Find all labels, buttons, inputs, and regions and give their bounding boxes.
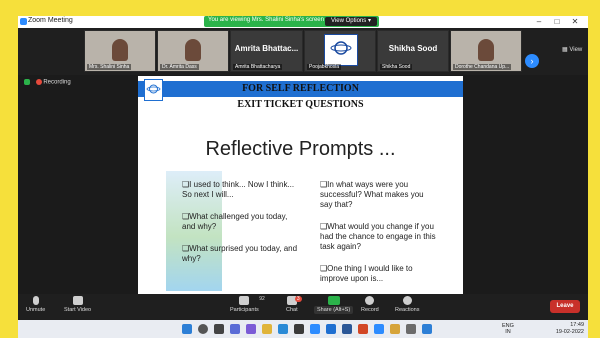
language-region: IN bbox=[505, 329, 511, 335]
prompt-item: ❑What surprised you today, and why? bbox=[182, 244, 298, 263]
participant-video bbox=[185, 39, 201, 61]
participant-tile[interactable]: Shikha Sood Shikha Sood bbox=[377, 30, 449, 72]
participant-name: Mrs. Shalini Sinha bbox=[87, 64, 132, 70]
video-camera-off-icon bbox=[72, 296, 83, 305]
screen-share-banner: You are viewing Mrs. Shalini Sinha's scr… bbox=[204, 16, 379, 27]
participant-name: Dr. Amrita Dass bbox=[160, 64, 199, 70]
school-logo-icon bbox=[324, 34, 358, 66]
recording-label: Recording bbox=[43, 79, 71, 86]
reactions-icon bbox=[402, 296, 412, 305]
share-label: Share (Alt+S) bbox=[314, 306, 354, 314]
powerpoint-icon[interactable] bbox=[358, 324, 368, 334]
chat-label: Chat bbox=[286, 307, 298, 313]
participants-label: Participants bbox=[230, 307, 259, 313]
task-view-icon[interactable] bbox=[214, 324, 224, 334]
unmute-label: Unmute bbox=[26, 307, 46, 313]
prompt-item: ❑In what ways were you successful? What … bbox=[320, 180, 424, 209]
chrome-icon[interactable] bbox=[390, 324, 400, 334]
meeting-icon[interactable] bbox=[374, 324, 384, 334]
title-bar: Zoom Meeting You are viewing Mrs. Shalin… bbox=[18, 16, 588, 28]
close-icon[interactable]: ✕ bbox=[568, 17, 582, 26]
prompt-item: ❑I used to think... Now I think... So ne… bbox=[182, 180, 295, 199]
participant-tile[interactable]: Poojabkhosla bbox=[304, 30, 376, 72]
participant-gallery: Mrs. Shalini Sinha Dr. Amrita Dass Amrit… bbox=[18, 28, 588, 75]
participant-display-name: Amrita Bhattac... bbox=[234, 44, 299, 53]
zoom-app-icon bbox=[20, 18, 27, 25]
view-label: View bbox=[569, 47, 583, 53]
zoom-taskbar-icon[interactable] bbox=[310, 324, 320, 334]
reactions-label: Reactions bbox=[395, 307, 420, 313]
slide-subheading: EXIT TICKET QUESTIONS bbox=[237, 99, 364, 110]
next-page-button[interactable]: › bbox=[525, 54, 539, 68]
prompt-list-left: ❑I used to think... Now I think... So ne… bbox=[182, 180, 300, 276]
participant-display-name: Shikha Sood bbox=[388, 44, 438, 53]
unmute-button[interactable]: Unmute bbox=[26, 296, 45, 313]
file-explorer-icon[interactable] bbox=[262, 324, 272, 334]
participant-video bbox=[478, 39, 494, 61]
system-clock[interactable]: 17:49 19-02-2022 bbox=[556, 322, 584, 336]
participant-name: Dorothe Chandana Up... bbox=[453, 64, 512, 70]
participant-tile[interactable]: Dr. Amrita Dass bbox=[157, 30, 229, 72]
participants-icon bbox=[239, 296, 250, 305]
app-icon[interactable] bbox=[406, 324, 416, 334]
record-icon bbox=[365, 296, 375, 305]
banner-text: You are viewing Mrs. Shalini Sinha's scr… bbox=[208, 17, 324, 23]
recording-indicator: Recording bbox=[24, 79, 71, 86]
windows-start-icon[interactable] bbox=[182, 324, 192, 334]
teams-chat-icon[interactable] bbox=[246, 324, 256, 334]
search-icon[interactable] bbox=[198, 324, 208, 334]
reactions-button[interactable]: Reactions bbox=[395, 296, 419, 313]
chat-unread-badge: 3 bbox=[294, 296, 302, 302]
clock-time: 17:49 bbox=[570, 322, 584, 328]
zoom-window: Zoom Meeting You are viewing Mrs. Shalin… bbox=[18, 16, 588, 338]
record-label: Record bbox=[361, 307, 379, 313]
prompt-list-right: ❑In what ways were you successful? What … bbox=[320, 180, 438, 296]
participant-tile[interactable]: Amrita Bhattac... Amrita Bhattacharya bbox=[230, 30, 303, 72]
view-options-button[interactable]: View Options ▾ bbox=[325, 17, 377, 26]
clock-date: 19-02-2022 bbox=[555, 329, 584, 335]
participants-button[interactable]: 92 Participants bbox=[230, 296, 265, 313]
widgets-icon[interactable] bbox=[230, 324, 240, 334]
language-indicator[interactable]: ENG IN bbox=[502, 323, 514, 335]
word-icon[interactable] bbox=[342, 324, 352, 334]
participant-name: Poojabkhosla bbox=[307, 64, 342, 70]
shared-slide: FOR SELF REFLECTION EXIT TICKET QUESTION… bbox=[138, 76, 463, 306]
record-button[interactable]: Record bbox=[361, 296, 379, 313]
start-video-button[interactable]: Start Video bbox=[64, 296, 91, 313]
security-shield-icon bbox=[24, 79, 30, 85]
participant-name: Amrita Bhattacharya bbox=[233, 64, 283, 70]
leave-button[interactable]: Leave bbox=[550, 300, 580, 313]
participant-tile[interactable]: Mrs. Shalini Sinha bbox=[84, 30, 156, 72]
participants-count: 92 bbox=[259, 296, 265, 302]
chat-button[interactable]: 3 Chat bbox=[286, 296, 302, 313]
minimize-icon[interactable]: – bbox=[532, 17, 546, 26]
view-button[interactable]: ▦ View bbox=[562, 46, 582, 53]
windows-taskbar: ENG IN 17:49 19-02-2022 bbox=[18, 320, 588, 338]
start-video-label: Start Video bbox=[64, 307, 92, 313]
prompt-item: ❑What challenged you today, and why? bbox=[182, 212, 288, 231]
recording-dot-icon bbox=[35, 79, 42, 85]
window-title: Zoom Meeting bbox=[28, 17, 73, 24]
slide-heading: FOR SELF REFLECTION bbox=[242, 83, 359, 94]
maximize-icon[interactable]: □ bbox=[550, 17, 564, 26]
mail-icon[interactable] bbox=[422, 324, 432, 334]
dropbox-icon[interactable] bbox=[326, 324, 336, 334]
microphone-muted-icon bbox=[32, 296, 39, 305]
share-screen-button[interactable]: Share (Alt+S) bbox=[314, 296, 354, 314]
prompt-item: ❑One thing I would like to improve upon … bbox=[320, 264, 413, 283]
store-icon[interactable] bbox=[294, 324, 304, 334]
edge-browser-icon[interactable] bbox=[278, 324, 288, 334]
meeting-controls: Unmute Start Video 92 Participants 3 Cha… bbox=[18, 294, 588, 320]
slide-title: Reflective Prompts ... bbox=[205, 138, 396, 160]
participant-tile[interactable]: Dorothe Chandana Up... bbox=[450, 30, 522, 72]
prompt-item: ❑What would you change if you had the ch… bbox=[320, 222, 436, 251]
share-screen-icon bbox=[327, 296, 340, 305]
participant-name: Shikha Sood bbox=[380, 64, 413, 70]
participant-video bbox=[112, 39, 128, 61]
